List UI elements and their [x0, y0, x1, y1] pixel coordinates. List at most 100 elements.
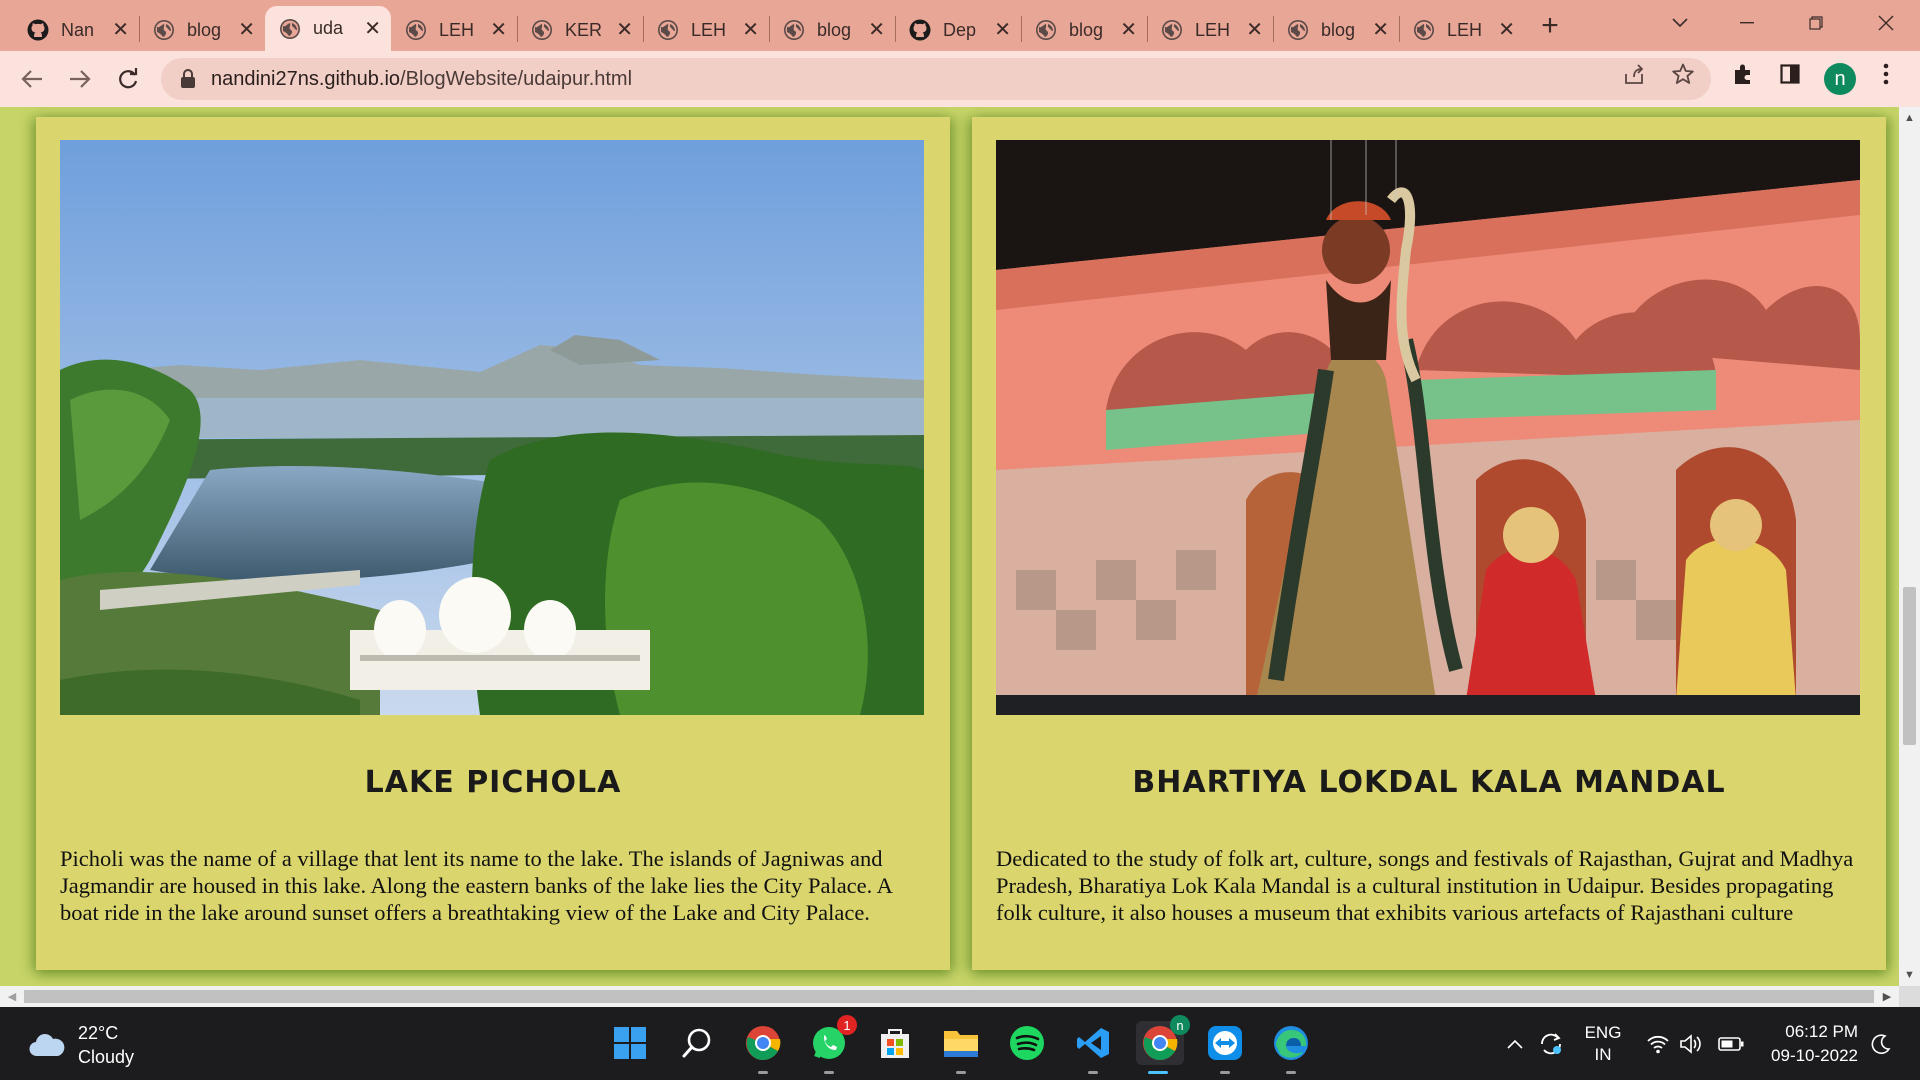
minimize-icon[interactable]: [1727, 6, 1767, 40]
globe-icon: [1162, 20, 1182, 40]
browser-tab[interactable]: blog ✕: [1273, 9, 1399, 51]
tab-strip: Nan ✕ blog ✕ uda ✕ LEH ✕ KER ✕ LEH ✕ blog ✕ Dep ✕ blog ✕ L…: [0, 0, 1920, 51]
tab-separator: [1399, 16, 1400, 42]
url-text[interactable]: nandini27ns.github.io/BlogWebsite/udaipu…: [211, 68, 632, 91]
close-tab-icon[interactable]: ✕: [994, 20, 1011, 40]
card-title: LAKE PICHOLA: [364, 765, 622, 800]
scroll-down-arrow-icon[interactable]: ▼: [1899, 966, 1920, 984]
tab-title: Nan: [61, 19, 95, 40]
close-tab-icon[interactable]: ✕: [1120, 20, 1137, 40]
language-code: ENG: [1584, 1022, 1622, 1042]
browser-tab[interactable]: KER ✕: [517, 9, 643, 51]
tab-title: Dep: [943, 19, 977, 40]
vertical-scroll-thumb[interactable]: [1903, 587, 1916, 745]
card-title: BHARTIYA LOKDAL KALA MANDAL: [1132, 765, 1726, 800]
browser-toolbar: nandini27ns.github.io/BlogWebsite/udaipu…: [0, 51, 1920, 107]
globe-icon: [406, 20, 426, 40]
chrome-profile-icon[interactable]: n: [1136, 1015, 1190, 1074]
close-tab-icon[interactable]: ✕: [616, 20, 633, 40]
globe-icon: [532, 20, 552, 40]
search-icon[interactable]: [675, 1021, 719, 1065]
browser-tab[interactable]: blog ✕: [139, 9, 265, 51]
address-bar[interactable]: nandini27ns.github.io/BlogWebsite/udaipu…: [161, 58, 1711, 100]
start-icon[interactable]: [608, 1021, 652, 1065]
spotify-icon[interactable]: [1005, 1021, 1049, 1065]
browser-tab[interactable]: LEH ✕: [391, 9, 517, 51]
running-indicator: [1220, 1071, 1230, 1074]
close-tab-icon[interactable]: ✕: [1498, 20, 1515, 40]
close-tab-icon[interactable]: ✕: [238, 20, 255, 40]
side-panel-icon[interactable]: [1777, 61, 1803, 87]
running-indicator: [1088, 1071, 1098, 1074]
globe-icon: [154, 20, 174, 40]
menu-kebab-icon[interactable]: [1873, 61, 1899, 87]
file-explorer-icon[interactable]: [939, 1021, 983, 1074]
teamviewer-icon[interactable]: [1203, 1021, 1247, 1074]
browser-tab[interactable]: Dep ✕: [895, 9, 1021, 51]
lock-icon[interactable]: [179, 69, 197, 89]
windows-taskbar: 22°C Cloudy 1 n: [0, 1007, 1920, 1080]
tab-title: LEH: [1195, 19, 1231, 40]
cloud-icon: [29, 1034, 65, 1057]
scroll-right-arrow-icon[interactable]: ▶: [1878, 986, 1896, 1007]
close-tab-icon[interactable]: ✕: [490, 20, 507, 40]
tab-title: LEH: [439, 19, 475, 40]
language-indicator[interactable]: ENG IN: [1578, 1007, 1628, 1080]
card-description: Picholi was the name of a village that l…: [60, 846, 892, 925]
browser-tab[interactable]: blog ✕: [769, 9, 895, 51]
weather-condition: Cloudy: [78, 1047, 135, 1067]
clock-time: 06:12 PM: [1785, 1022, 1858, 1041]
notification-moon-icon[interactable]: [1869, 1007, 1893, 1080]
close-tab-icon[interactable]: ✕: [1372, 20, 1389, 40]
vertical-scrollbar[interactable]: ▲ ▼: [1899, 107, 1920, 986]
back-icon[interactable]: [15, 62, 49, 96]
browser-tab[interactable]: uda ✕: [265, 6, 391, 51]
browser-tab[interactable]: LEH ✕: [643, 9, 769, 51]
profile-badge: n: [1170, 1015, 1190, 1035]
tab-title: blog: [187, 19, 222, 40]
show-hidden-icons-chevron-icon[interactable]: [1502, 1007, 1528, 1080]
scroll-left-arrow-icon[interactable]: ◀: [3, 986, 21, 1007]
bookmark-star-icon[interactable]: [1670, 61, 1696, 87]
profile-avatar[interactable]: n: [1824, 63, 1856, 95]
whatsapp-icon[interactable]: 1: [807, 1015, 857, 1074]
battery-icon[interactable]: [1716, 1007, 1746, 1080]
region-code: IN: [1594, 1044, 1612, 1064]
github-icon: [27, 19, 49, 41]
browser-tab[interactable]: LEH ✕: [1147, 9, 1273, 51]
share-icon[interactable]: [1621, 61, 1647, 87]
close-tab-icon[interactable]: ✕: [742, 20, 759, 40]
volume-icon[interactable]: [1678, 1007, 1704, 1080]
browser-tab[interactable]: LEH ✕: [1399, 9, 1525, 51]
extensions-puzzle-icon[interactable]: [1730, 61, 1756, 87]
tab-separator: [643, 16, 644, 42]
horizontal-scrollbar[interactable]: ◀ ▶: [0, 986, 1899, 1007]
edge-icon[interactable]: [1269, 1021, 1313, 1074]
close-tab-icon[interactable]: ✕: [868, 20, 885, 40]
store-icon[interactable]: [873, 1021, 917, 1065]
browser-tab[interactable]: Nan ✕: [13, 9, 139, 51]
running-indicator: [758, 1071, 768, 1074]
new-tab-button[interactable]: +: [1535, 9, 1565, 43]
weather-widget[interactable]: 22°C Cloudy: [28, 1021, 134, 1069]
browser-tab[interactable]: blog ✕: [1021, 9, 1147, 51]
system-clock[interactable]: 06:12 PM 09-10-2022: [1764, 1020, 1858, 1068]
forward-icon[interactable]: [63, 62, 97, 96]
reload-icon[interactable]: [111, 62, 145, 96]
tab-title: uda: [313, 18, 344, 38]
sync-icon[interactable]: [1536, 1007, 1566, 1080]
scroll-up-arrow-icon[interactable]: ▲: [1899, 109, 1920, 127]
vscode-icon[interactable]: [1071, 1021, 1115, 1074]
restore-icon[interactable]: [1796, 6, 1836, 40]
attraction-card-lok-kala-mandal: BHARTIYA LOKDAL KALA MANDAL Dedicated to…: [972, 117, 1886, 970]
close-tab-icon[interactable]: ✕: [364, 19, 381, 39]
close-window-icon[interactable]: [1866, 6, 1906, 40]
horizontal-scroll-thumb[interactable]: [24, 990, 1874, 1003]
tab-search-icon[interactable]: [1660, 6, 1700, 40]
wifi-icon[interactable]: [1645, 1007, 1671, 1080]
tab-separator: [769, 16, 770, 42]
close-tab-icon[interactable]: ✕: [1246, 20, 1263, 40]
chrome-icon[interactable]: [741, 1021, 785, 1074]
globe-icon: [280, 18, 300, 39]
close-tab-icon[interactable]: ✕: [112, 20, 129, 40]
